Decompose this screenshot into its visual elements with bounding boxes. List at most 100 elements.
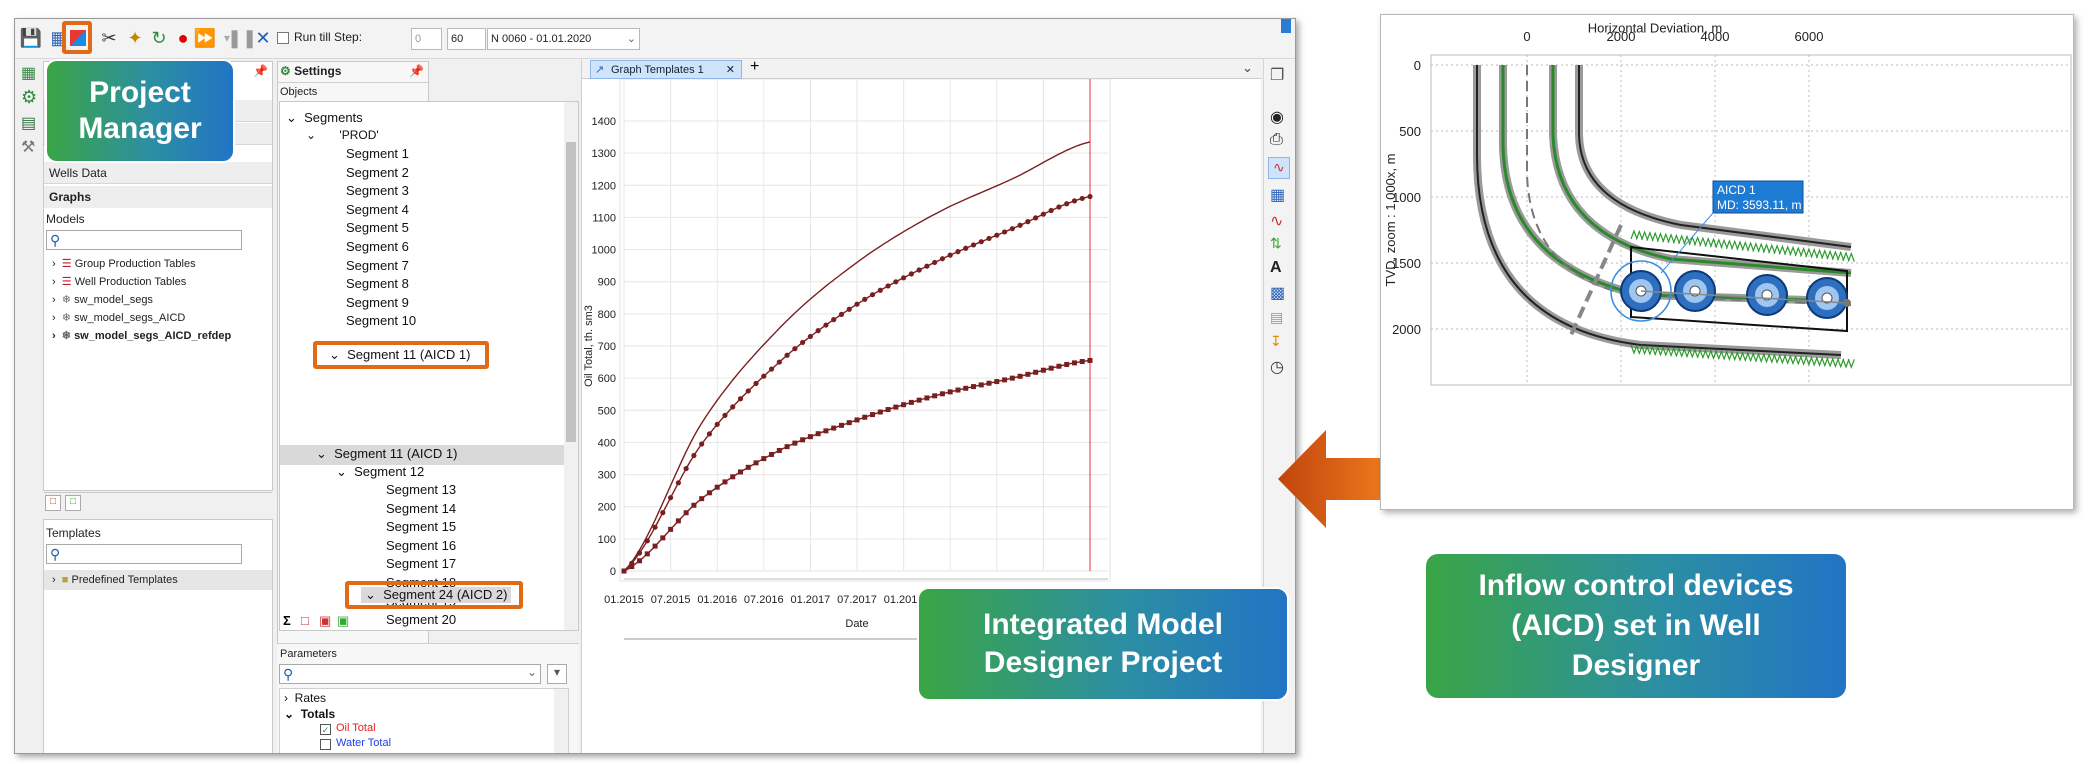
tree-item-segment[interactable]: Segment 20 [386,612,456,627]
text-icon[interactable]: A [1270,259,1282,277]
wand-icon[interactable]: ✦ [123,26,147,50]
filter-red-icon[interactable]: □ [301,613,309,628]
model-item[interactable]: › ❄ sw_model_segs [52,293,153,306]
stack-icon[interactable]: ▤ [1270,309,1283,326]
cut-icon[interactable]: ✂ [97,26,121,50]
step-count-input[interactable]: 60 [447,28,486,50]
data-point [1025,219,1031,225]
model-item[interactable]: › ☰ Well Production Tables [52,275,186,288]
clock-icon[interactable]: ◷ [1270,357,1284,377]
tree-view-icon[interactable]: ▦ [21,63,36,83]
add-model-button[interactable]: □ [45,495,61,511]
tree-root[interactable]: ⌄ Segments [286,110,363,126]
data-point [660,535,666,541]
table-icon[interactable]: ▦ [1270,185,1285,205]
model-item[interactable]: › ❄ sw_model_segs_AICD [52,311,185,324]
tab-graph-templates[interactable]: ↗ Graph Templates 1 ✕ [590,60,742,79]
tree-item-segment[interactable]: Segment 17 [386,556,456,571]
tree-item-segment-11[interactable]: ⌄ Segment 11 (AICD 1) [316,446,457,462]
parameters-search-input[interactable]: ⚲ ⌄ [279,664,541,684]
filter-icon[interactable]: ▾ [547,664,567,684]
tree-scrollbar-thumb[interactable] [566,142,576,442]
templates-label: Templates [46,526,101,540]
templates-search-input[interactable]: ⚲ [46,544,242,564]
data-point [877,409,883,415]
tree-scrollbar[interactable] [564,102,578,630]
tree-item-segment[interactable]: Segment 10 [346,313,416,328]
data-point [737,396,744,402]
model-item[interactable]: › ☰ Group Production Tables [52,257,196,270]
data-point [916,267,922,273]
step-input[interactable]: 0 [411,28,442,50]
tree-item-segment[interactable]: Segment 9 [346,295,409,310]
run-till-step-checkbox[interactable] [277,32,289,44]
tree-item-segment[interactable]: Segment 4 [346,202,409,217]
tree-item-segment[interactable]: Segment 6 [346,239,409,254]
camera-icon[interactable]: ◉ [1270,107,1284,127]
chart-green-icon[interactable]: ▣ [337,613,349,629]
hammer-icon[interactable]: ⚒ [21,137,35,157]
tree-item-segment[interactable]: Segment 3 [346,183,409,198]
data-point [699,441,705,447]
tree-item-segment-12[interactable]: ⌄ Segment 12 [336,464,424,480]
tree-group[interactable]: ⌄ 'PROD' [306,128,379,142]
pause-icon[interactable]: ❚❚ [227,26,257,50]
tree-item-segment[interactable]: Segment 2 [346,165,409,180]
tree-item-segment-24[interactable]: ⌄ Segment 24 (AICD 2) [361,587,512,603]
date-select[interactable]: N 0060 - 01.01.2020 ⌄ [487,28,640,50]
model-item[interactable]: › ❄ sw_model_segs_AICD_refdep [52,329,231,342]
data-point [885,283,891,289]
scroll-marker [1281,19,1291,33]
import-model-button[interactable]: □ [65,495,81,511]
param-totals[interactable]: ⌄ Totals [284,707,335,721]
tree-item-segment[interactable]: Segment 1 [346,146,409,161]
tab-close-icon[interactable]: ✕ [726,61,735,79]
record-icon[interactable]: ● [171,26,195,50]
y-tick-label: 0 [1414,58,1421,73]
tree-item-segment[interactable]: Segment 8 [346,276,409,291]
pin-icon[interactable]: 📌 [253,64,268,78]
window-icon[interactable]: ❐ [1270,65,1284,85]
models-search-input[interactable]: ⚲ [46,230,242,250]
pin-icon[interactable]: 📌 [409,64,424,78]
param-scrollbar[interactable] [554,689,568,753]
data-point [1002,377,1008,383]
data-point [932,259,938,266]
add-tab-icon[interactable]: + [750,58,759,76]
oil-total-checkbox[interactable]: ✓ [320,724,331,735]
refresh-icon[interactable]: ↻ [147,26,171,50]
fast-forward-icon[interactable]: ⏩ [193,26,217,50]
water-total-checkbox[interactable] [320,739,331,750]
data-point [823,322,829,328]
data-point [745,388,751,394]
download-icon[interactable]: ↧ [1270,333,1282,350]
data-point [644,538,650,544]
sum-icon[interactable]: Σ [283,613,291,628]
arrows-up-icon[interactable]: ⇅ [1270,235,1282,252]
nav-wells-data[interactable]: Wells Data [44,162,272,184]
tree-item-segment[interactable]: Segment 7 [346,258,409,273]
tree-item-segment-11-label[interactable]: ⌄ Segment 11 (AICD 1) [329,347,470,363]
tree-item-segment[interactable]: Segment 13 [386,482,456,497]
nav-graphs[interactable]: Graphs [44,186,272,208]
param-rates[interactable]: › Rates [284,691,326,705]
close-icon[interactable]: ✕ [251,26,275,50]
project-manager-button[interactable] [62,21,92,54]
table-icon[interactable]: ▤ [21,113,36,133]
tree-item-segment[interactable]: Segment 15 [386,519,456,534]
chevron-down-icon[interactable]: ⌄ [1242,60,1253,76]
curve-add-icon[interactable]: ∿ [1270,211,1283,231]
data-point [869,292,876,298]
tree-item-segment[interactable]: Segment 14 [386,501,456,516]
tree-item-segment[interactable]: Segment 5 [346,220,409,235]
line-chart-button[interactable]: ∿ [1268,157,1290,179]
data-point [846,306,852,312]
save-icon[interactable]: 💾 [19,26,43,50]
gear-icon[interactable]: ⚙ [21,87,37,108]
grid-icon[interactable]: ▩ [1270,283,1285,303]
chart-red-icon[interactable]: ▣ [319,613,331,629]
tree-item-segment[interactable]: Segment 16 [386,538,456,553]
data-point [714,421,720,427]
print-icon[interactable]: ⎙ [1270,131,1283,149]
template-item[interactable]: › ■ Predefined Templates [44,570,272,590]
